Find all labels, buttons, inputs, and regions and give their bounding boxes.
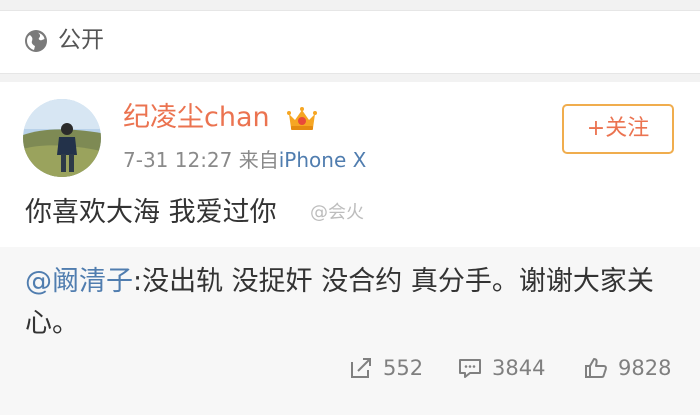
repost-text: @阚清子:没出轨 没捉奸 没合约 真分手。谢谢大家关心。 [25, 261, 675, 345]
mention-link[interactable]: @阚清子 [25, 266, 133, 297]
post-meta: 7-31 12:27 来自iPhone X [123, 146, 366, 174]
like-action[interactable]: 9828 [584, 353, 671, 383]
source-prefix: 来自 [238, 148, 279, 172]
comment-icon [459, 359, 481, 378]
repost-block[interactable]: @阚清子:没出轨 没捉奸 没合约 真分手。谢谢大家关心。 552 3844 98 [0, 247, 700, 415]
privacy-bar: 公开 [0, 10, 700, 74]
post-text: 你喜欢大海 我爱过你 [25, 197, 277, 228]
repost-count: 552 [383, 356, 424, 380]
privacy-label: 公开 [58, 27, 104, 53]
like-count: 9828 [618, 356, 672, 380]
post-card: 纪凌尘chan 7-31 12:27 来自iPhone X +关注 你喜欢大海 … [0, 82, 700, 247]
avatar-image [23, 99, 101, 177]
crown-vip-icon [287, 107, 317, 130]
thumbs-up-icon [585, 358, 607, 378]
comment-action[interactable]: 3844 [458, 353, 545, 383]
comment-count: 3844 [492, 356, 546, 380]
watermark: @会火 [310, 202, 364, 223]
weibo-post-screen: 公开 纪凌尘chan 7-31 12:27 来自iPhone X +关注 你喜欢… [0, 0, 700, 415]
repost-icon [351, 358, 371, 378]
avatar[interactable] [23, 99, 101, 177]
post-time: 7-31 12:27 [123, 148, 233, 172]
username[interactable]: 纪凌尘chan [123, 100, 270, 136]
source-device[interactable]: iPhone X [279, 148, 367, 172]
globe-icon [25, 30, 47, 52]
repost-action[interactable]: 552 [349, 353, 423, 383]
follow-button[interactable]: +关注 [562, 104, 674, 154]
